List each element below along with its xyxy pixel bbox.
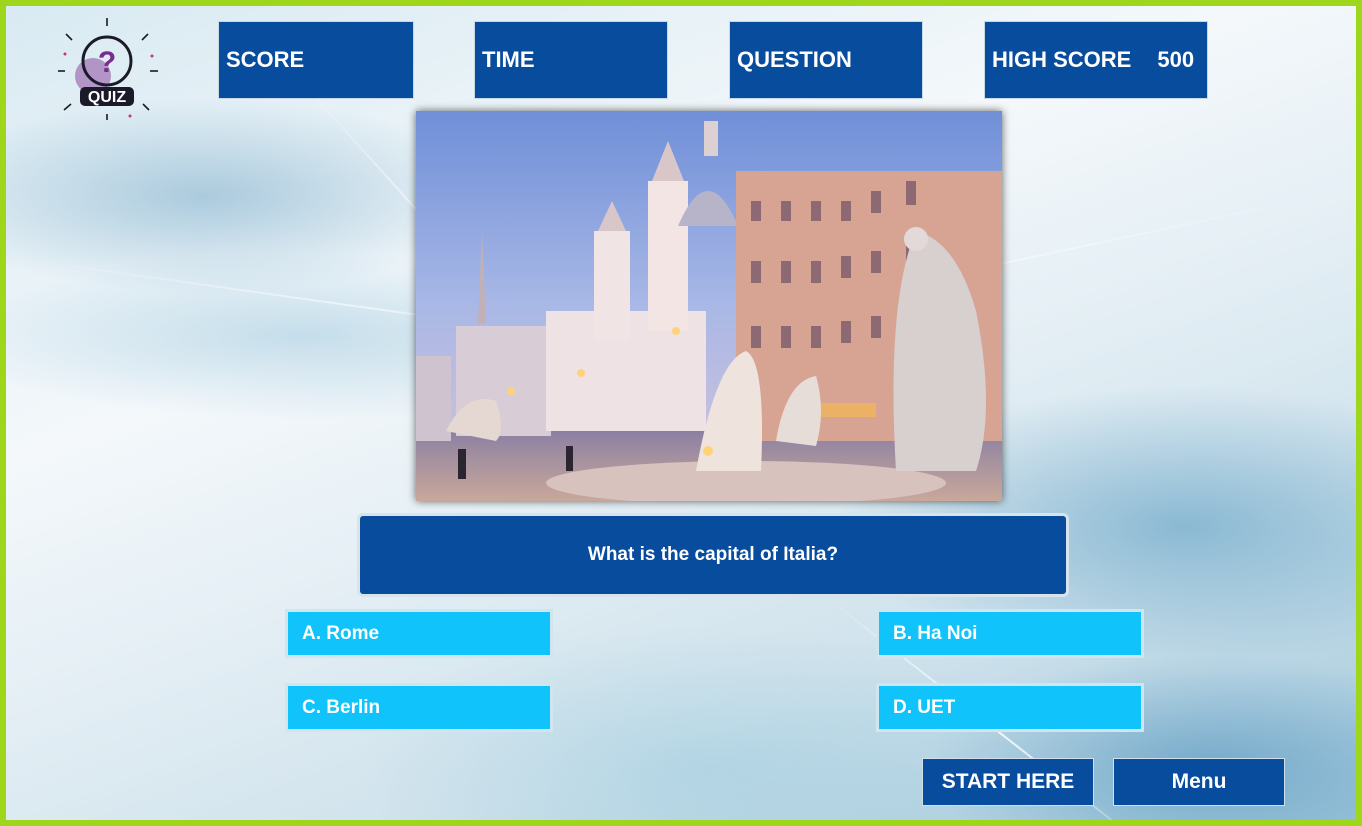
answer-c-button[interactable]: C. Berlin [285, 683, 553, 732]
quiz-window: ? QUIZ SCORE TIME QUESTION HIGH SCORE 50… [0, 0, 1362, 826]
answer-d-button[interactable]: D. UET [876, 683, 1144, 732]
answer-a-button[interactable]: A. Rome [285, 609, 553, 658]
question-box: What is the capital of Italia? [357, 513, 1069, 597]
answer-b-button[interactable]: B. Ha Noi [876, 609, 1144, 658]
score-label: SCORE [226, 47, 305, 72]
answer-a-label: A. Rome [302, 622, 380, 644]
question-counter-panel: QUESTION [729, 21, 923, 99]
menu-label: Menu [1171, 770, 1227, 793]
answer-d-label: D. UET [893, 696, 956, 718]
svg-text:?: ? [98, 46, 116, 79]
start-here-label: START HERE [941, 770, 1075, 793]
svg-text:QUIZ: QUIZ [88, 89, 126, 106]
score-panel: SCORE [218, 21, 414, 99]
answer-b-label: B. Ha Noi [893, 622, 978, 644]
time-label: TIME [482, 47, 535, 72]
high-score-value: 500 [1157, 47, 1195, 72]
answer-c-label: C. Berlin [302, 696, 381, 718]
question-counter-label: QUESTION [737, 47, 852, 72]
start-here-button[interactable]: START HERE [922, 758, 1094, 806]
question-mark-icon: ? QUIZ [58, 18, 158, 120]
menu-button[interactable]: Menu [1113, 758, 1285, 806]
high-score-label: HIGH SCORE [992, 47, 1132, 72]
rome-piazza-illustration [416, 111, 1002, 501]
question-text: What is the capital of Italia? [587, 544, 839, 565]
time-panel: TIME [474, 21, 668, 99]
high-score-panel: HIGH SCORE 500 [984, 21, 1208, 99]
quiz-logo: ? QUIZ [52, 16, 162, 122]
question-image [416, 111, 1002, 501]
